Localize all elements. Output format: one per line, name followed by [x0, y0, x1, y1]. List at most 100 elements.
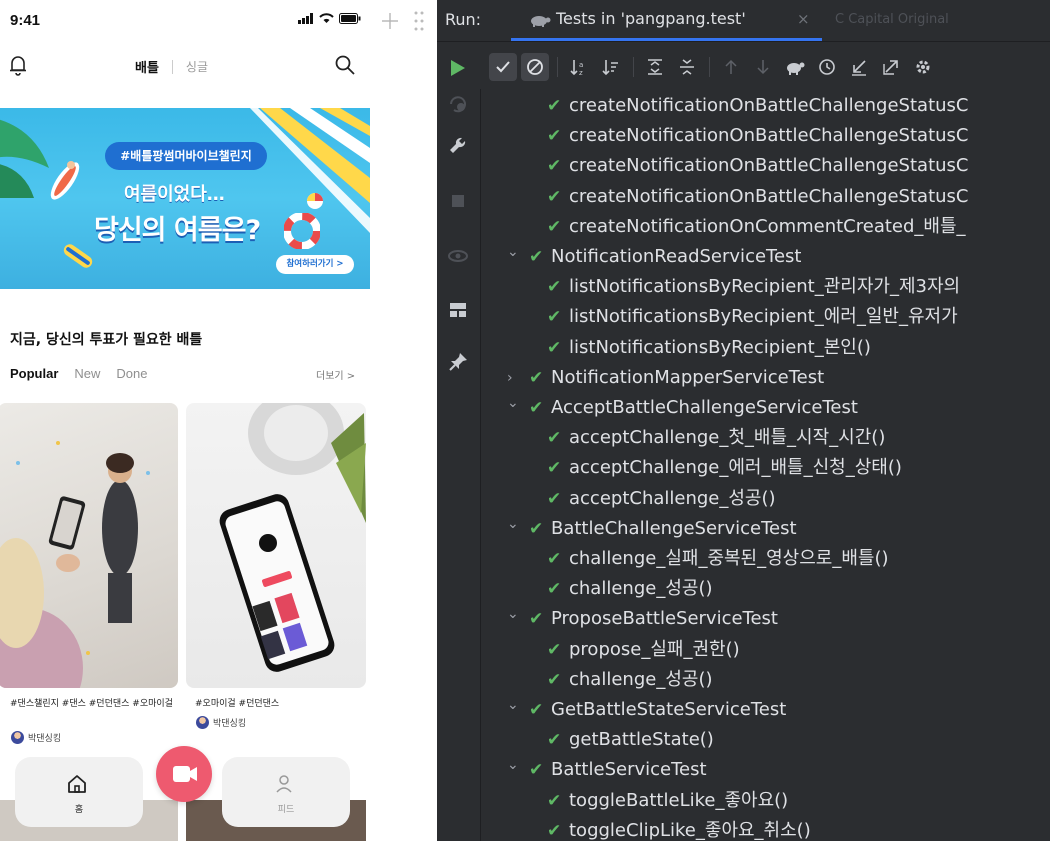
test-class-node[interactable]: ⌄ ✔ BattleChallengeServiceTest [481, 514, 1050, 544]
test-method-node[interactable]: ✔ challenge_성공() [481, 574, 1050, 604]
next-failed-button[interactable] [749, 53, 777, 81]
more-link[interactable]: 더보기 > [316, 367, 355, 382]
test-method-node[interactable]: ✔ createNotificationOnCommentCreated_배틀_ [481, 212, 1050, 242]
test-method-node[interactable]: ✔ getBattleState() [481, 725, 1050, 755]
tortoise-icon [787, 62, 805, 75]
show-passed-toggle[interactable] [489, 53, 517, 81]
battle-card[interactable] [186, 403, 366, 688]
arrow-up-icon [725, 59, 737, 74]
nav-feed[interactable]: 피드 [222, 757, 350, 827]
expand-all-icon [648, 59, 662, 75]
test-method-node[interactable]: ✔ createNotificationOnBattleChallengeStat… [481, 151, 1050, 181]
passed-check-icon: ✔ [547, 820, 562, 841]
card-author[interactable]: 박댄싱킹 [196, 716, 246, 729]
chevron-down-icon[interactable]: ⌄ [507, 750, 521, 780]
search-icon[interactable] [334, 54, 356, 76]
record-button[interactable] [156, 746, 212, 802]
sort-alpha-button[interactable]: az [565, 53, 593, 81]
sort-duration-button[interactable] [597, 53, 625, 81]
sort-duration-icon [602, 60, 618, 76]
mobile-app: 9:41 배틀 싱글 #배틀팡썸머바이브챌린지 여름이었다… 당신의 여름은? … [0, 0, 370, 841]
collapse-all-icon [680, 59, 694, 75]
history-button[interactable] [813, 53, 841, 81]
test-method-node[interactable]: ✔ acceptChallenge_첫_배틀_시작_시간() [481, 423, 1050, 453]
test-name: acceptChallenge_첫_배틀_시작_시간() [569, 427, 886, 449]
export-tests-button[interactable] [877, 53, 905, 81]
test-class-node[interactable]: ⌄ ✔ AcceptBattleChallengeServiceTest [481, 393, 1050, 423]
test-method-node[interactable]: ✔ challenge_실패_중복된_영상으로_배틀() [481, 544, 1050, 574]
banner-cta-button[interactable]: 참여하러가기 > [276, 255, 354, 274]
passed-check-icon: ✔ [547, 549, 562, 569]
rerun-failed-icon[interactable] [447, 93, 469, 115]
test-class-node[interactable]: ⌄ ✔ ProposeBattleServiceTest [481, 604, 1050, 634]
eye-icon[interactable] [447, 245, 469, 267]
svg-text:a: a [579, 61, 583, 69]
layout-icon[interactable] [447, 299, 469, 321]
settings-button[interactable] [909, 53, 937, 81]
test-method-node[interactable]: ✔ createNotificationOnBattleChallengeStat… [481, 121, 1050, 151]
test-options-button[interactable] [781, 53, 809, 81]
test-method-node[interactable]: ✔ listNotificationsByRecipient_에러_일반_유저가 [481, 302, 1050, 332]
background-tabs[interactable]: C Capital Original [835, 12, 949, 27]
chevron-down-icon[interactable]: ⌄ [507, 690, 521, 720]
close-icon[interactable]: × [797, 10, 810, 28]
run-side-toolbar [437, 89, 481, 841]
test-class-node[interactable]: ⌄ ✔ NotificationReadServiceTest [481, 242, 1050, 272]
battle-card[interactable] [0, 403, 178, 688]
test-method-node[interactable]: ✔ propose_실패_권한() [481, 635, 1050, 665]
test-method-node[interactable]: ✔ toggleClipLike_좋아요_취소() [481, 816, 1050, 841]
chevron-down-icon[interactable]: ⌄ [507, 388, 521, 418]
collapse-all-button[interactable] [673, 53, 701, 81]
stop-icon[interactable] [447, 190, 469, 212]
bell-icon[interactable] [8, 54, 28, 76]
show-ignored-toggle[interactable] [521, 53, 549, 81]
test-method-node[interactable]: ✔ createNotificationOnBattleChallengeStat… [481, 91, 1050, 121]
test-name: createNotificationOnBattleChallengeStatu… [569, 125, 969, 147]
swim-ring-decoration [284, 213, 320, 249]
test-method-node[interactable]: ✔ acceptChallenge_에러_배틀_신청_상태() [481, 453, 1050, 483]
passed-check-icon: ✔ [529, 518, 544, 539]
banner-headline-2: 당신의 여름은? [94, 215, 261, 246]
test-name: ProposeBattleServiceTest [551, 608, 778, 630]
expand-all-button[interactable] [641, 53, 669, 81]
tab-single[interactable]: 싱글 [186, 58, 208, 75]
tab-battle[interactable]: 배틀 [135, 57, 159, 76]
test-class-node[interactable]: ⌄ ✔ BattleServiceTest [481, 755, 1050, 785]
test-method-node[interactable]: ✔ challenge_성공() [481, 665, 1050, 695]
test-method-node[interactable]: ✔ acceptChallenge_성공() [481, 484, 1050, 514]
tortoise-test-icon [531, 16, 551, 27]
active-tab-indicator [511, 38, 822, 41]
nav-home[interactable]: 홈 [15, 757, 143, 827]
previous-failed-button[interactable] [717, 53, 745, 81]
test-class-node[interactable]: ⌄ ✔ GetBattleStateServiceTest [481, 695, 1050, 725]
wrench-icon[interactable] [447, 135, 469, 157]
passed-check-icon: ✔ [547, 428, 562, 449]
chevron-down-icon[interactable]: ⌄ [507, 599, 521, 629]
pin-icon[interactable] [447, 351, 469, 373]
person-icon [276, 775, 292, 793]
passed-check-icon: ✔ [547, 126, 562, 147]
test-method-node[interactable]: ✔ listNotificationsByRecipient_본인() [481, 333, 1050, 363]
test-class-node[interactable]: › ✔ NotificationMapperServiceTest [481, 363, 1050, 393]
test-name: createNotificationOnBattleChallengeStatu… [569, 185, 969, 207]
test-name: createNotificationOnCommentCreated_배틀_ [569, 215, 966, 237]
filter-popular[interactable]: Popular [10, 366, 58, 381]
card-author[interactable]: 박댄싱킹 [11, 731, 61, 744]
chevron-down-icon[interactable]: ⌄ [507, 509, 521, 539]
drag-handle-icon[interactable] [414, 10, 424, 32]
import-tests-button[interactable] [845, 53, 873, 81]
card-caption: #댄스챌린지 #댄스 #던던댄스 #오마이걸 [10, 699, 173, 709]
arrow-down-icon [757, 60, 769, 75]
surfer-decoration [50, 161, 80, 200]
plus-icon[interactable] [381, 12, 399, 30]
test-method-node[interactable]: ✔ listNotificationsByRecipient_관리자가_제3자의 [481, 272, 1050, 302]
passed-check-icon: ✔ [547, 186, 562, 207]
filter-done[interactable]: Done [116, 366, 147, 381]
filter-new[interactable]: New [74, 366, 100, 381]
promo-banner[interactable]: #배틀팡썸머바이브챌린지 여름이었다… 당신의 여름은? 참여하러가기 > [0, 108, 370, 289]
test-method-node[interactable]: ✔ toggleBattleLike_좋아요() [481, 786, 1050, 816]
test-name: toggleClipLike_좋아요_취소() [569, 819, 811, 841]
run-icon[interactable] [449, 59, 467, 77]
chevron-down-icon[interactable]: ⌄ [507, 237, 521, 267]
test-method-node[interactable]: ✔ createNotificationOnBattleChallengeStat… [481, 182, 1050, 212]
